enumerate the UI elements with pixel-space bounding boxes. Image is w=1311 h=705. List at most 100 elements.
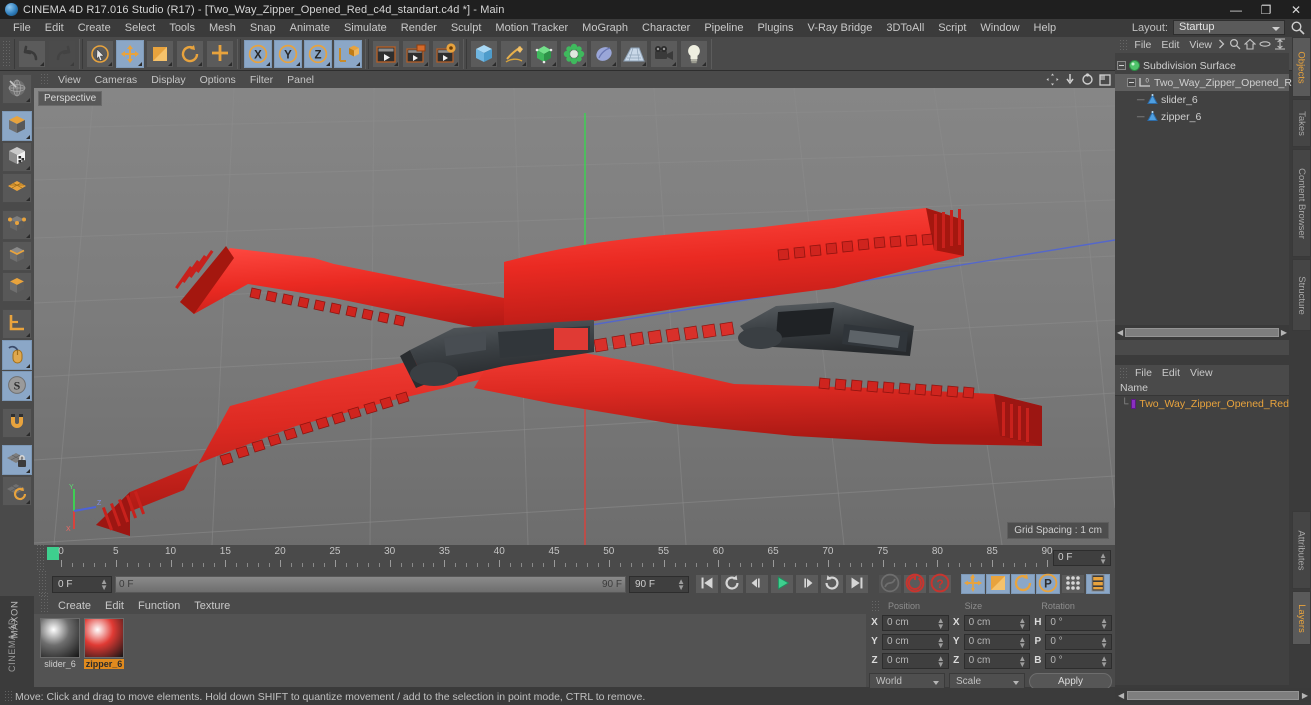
position-key-button[interactable] [961, 573, 985, 594]
attributes-menu-view[interactable]: View [1185, 366, 1218, 380]
menu-edit[interactable]: Edit [38, 20, 71, 36]
timeline-ruler[interactable]: 0 5 10 15 20 25 30 35 40 45 50 55 60 65 70 75 80 85 90 [47, 545, 1053, 571]
object-axis-mode-button[interactable] [2, 309, 32, 339]
close-button[interactable]: ✕ [1281, 0, 1311, 19]
scroll-thumb[interactable] [1125, 328, 1279, 337]
object-tree-item[interactable]: ─ slider_6 [1115, 91, 1289, 108]
more-options-corner-icon[interactable] [26, 364, 30, 368]
model-mode-button[interactable] [2, 111, 32, 141]
more-options-corner-icon[interactable] [26, 333, 30, 337]
go-to-end-button[interactable] [845, 574, 869, 594]
more-options-corner-icon[interactable] [108, 61, 112, 66]
more-options-corner-icon[interactable] [26, 296, 30, 300]
position-y-input[interactable]: 0 cm ▲ ▼ [882, 633, 949, 650]
vertical-tab-attributes[interactable]: Attributes [1292, 511, 1311, 589]
polygons-mode-button[interactable] [2, 272, 32, 302]
object-manager-grip[interactable] [1119, 38, 1128, 52]
vertical-tab-takes[interactable]: Takes [1292, 99, 1311, 147]
menu-help[interactable]: Help [1027, 20, 1064, 36]
attributes-menu-file[interactable]: File [1130, 366, 1157, 380]
play-button[interactable] [770, 574, 794, 594]
undo-button[interactable] [18, 39, 46, 68]
attributes-manager-grip[interactable] [1119, 366, 1128, 380]
spinner-icon[interactable]: ▲ ▼ [1018, 654, 1026, 668]
object-tree-item[interactable]: 0 Two_Way_Zipper_Opened_Red [1115, 74, 1304, 91]
rotation-h-input[interactable]: 0 ° ▲ ▼ [1045, 614, 1113, 631]
more-options-corner-icon[interactable] [26, 197, 30, 201]
record-active-objects-button[interactable] [903, 573, 927, 594]
rotate-tool-button[interactable] [176, 39, 204, 68]
chevron-right-icon[interactable] [1217, 39, 1226, 52]
maximize-view-icon[interactable] [1099, 73, 1111, 89]
viewport-panel[interactable]: Y Z X View Cameras Display Options Filter Pan… [34, 71, 1115, 545]
more-options-corner-icon[interactable] [228, 61, 232, 66]
pan-icon[interactable] [1046, 73, 1059, 89]
timeline-layout-button[interactable] [1086, 574, 1110, 594]
lock-workplane-button[interactable] [2, 445, 32, 475]
step-forward-button[interactable] [795, 574, 819, 594]
soft-selection-button[interactable]: S [2, 371, 32, 401]
attributes-row[interactable]: └ Two_Way_Zipper_Opened_Red [1115, 396, 1289, 412]
add-floor-button[interactable] [620, 39, 648, 68]
expand-collapse-toggle[interactable] [1117, 61, 1126, 70]
menu-script[interactable]: Script [931, 20, 973, 36]
toolbar-grip[interactable] [2, 39, 11, 68]
material-preview-sphere[interactable] [40, 618, 80, 658]
spinner-icon[interactable]: ▲ ▼ [1099, 552, 1107, 566]
material-menu-create[interactable]: Create [51, 598, 98, 614]
material-preview-sphere[interactable] [84, 618, 124, 658]
viewport-menu-filter[interactable]: Filter [243, 73, 280, 87]
scale-key-button[interactable] [986, 574, 1010, 594]
more-options-corner-icon[interactable] [702, 61, 706, 66]
status-bar-grip[interactable] [4, 690, 13, 703]
spinner-icon[interactable]: ▲ ▼ [1100, 654, 1108, 668]
scroll-thumb[interactable] [1127, 690, 1299, 700]
more-options-corner-icon[interactable] [26, 500, 30, 504]
object-tree-item[interactable]: ─ zipper_6 [1115, 108, 1289, 125]
object-menu-edit[interactable]: Edit [1156, 38, 1184, 52]
more-options-corner-icon[interactable] [424, 61, 428, 66]
search-icon[interactable] [1290, 20, 1306, 36]
more-options-corner-icon[interactable] [394, 61, 398, 66]
menu-v-ray-bridge[interactable]: V-Ray Bridge [801, 20, 880, 36]
render-to-picture-viewer-button[interactable] [402, 39, 430, 68]
more-options-corner-icon[interactable] [26, 265, 30, 269]
viewport-canvas[interactable]: Y Z X [34, 88, 1115, 545]
spinner-icon[interactable]: ▲ ▼ [937, 654, 945, 668]
menu-sculpt[interactable]: Sculpt [444, 20, 489, 36]
viewport-menu-options[interactable]: Options [193, 73, 243, 87]
more-options-corner-icon[interactable] [138, 61, 142, 66]
spinner-icon[interactable]: ▲ ▼ [100, 577, 108, 591]
search-icon[interactable] [1229, 38, 1241, 53]
current-frame-field[interactable]: 0 F ▲ ▼ [52, 575, 112, 593]
material-item[interactable]: zipper_6 [84, 618, 124, 687]
menu-render[interactable]: Render [394, 20, 444, 36]
object-tree[interactable]: Subdivision Surface 0 Two_Way_Zipper_Opene… [1115, 53, 1304, 340]
more-options-corner-icon[interactable] [454, 61, 458, 66]
minus-icon[interactable] [1259, 38, 1271, 53]
workplane-mode-button[interactable] [2, 173, 32, 203]
more-options-corner-icon[interactable] [26, 234, 30, 238]
add-camera-button[interactable] [650, 39, 678, 68]
lock-z-button[interactable]: Z [304, 39, 332, 68]
coordinates-grip[interactable] [871, 600, 880, 611]
timeline-playhead[interactable] [47, 547, 59, 560]
attributes-menu-edit[interactable]: Edit [1157, 366, 1185, 380]
more-options-corner-icon[interactable] [26, 432, 30, 436]
object-manager-hscrollbar[interactable]: ◀ ▶ [1115, 325, 1289, 340]
more-options-corner-icon[interactable] [168, 61, 172, 66]
material-menu-function[interactable]: Function [131, 598, 187, 614]
material-menu-texture[interactable]: Texture [187, 598, 237, 614]
live-selection-button[interactable] [86, 39, 114, 68]
more-options-corner-icon[interactable] [672, 61, 676, 66]
lock-y-button[interactable]: Y [274, 39, 302, 68]
scroll-left-icon[interactable]: ◀ [1115, 328, 1125, 337]
material-item[interactable]: slider_6 [40, 618, 80, 687]
more-options-corner-icon[interactable] [612, 61, 616, 66]
add-light-button[interactable] [680, 39, 708, 68]
loop-forward-button[interactable] [820, 574, 844, 594]
scroll-left-icon[interactable]: ◀ [1115, 691, 1127, 700]
spinner-icon[interactable]: ▲ ▼ [937, 616, 945, 630]
more-options-corner-icon[interactable] [198, 61, 202, 66]
snap-button[interactable] [2, 408, 32, 438]
